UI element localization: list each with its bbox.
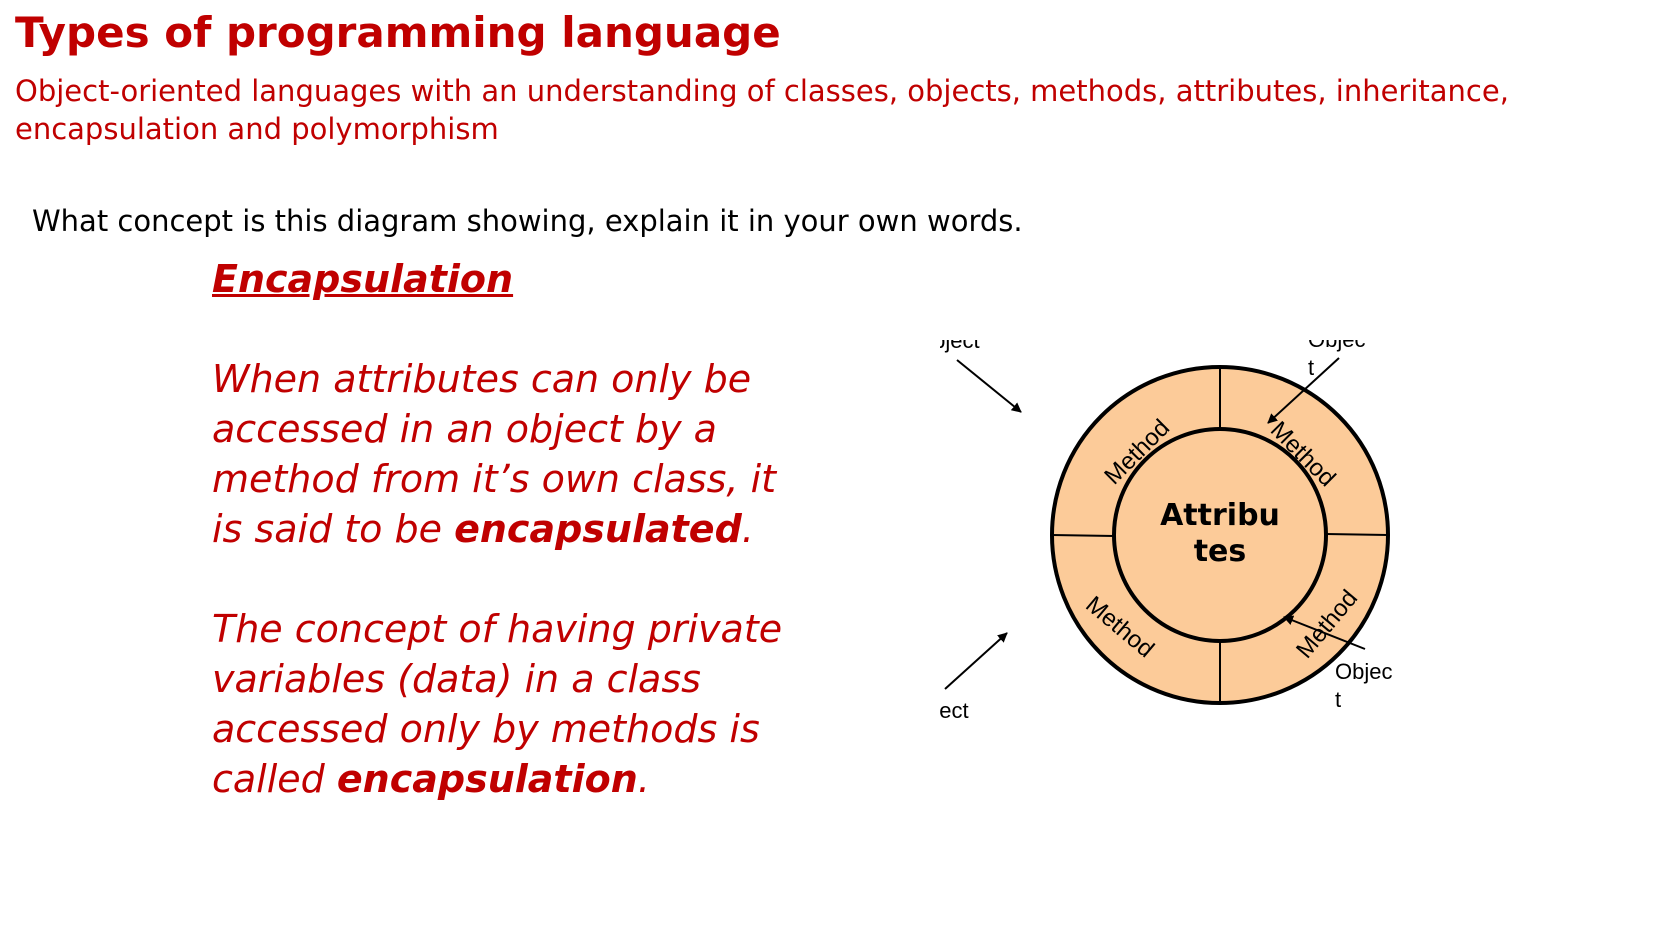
answer-heading: Encapsulation — [212, 257, 514, 301]
answer-paragraph-1-bold: encapsulated — [454, 507, 742, 551]
question-text: What concept is this diagram showing, ex… — [32, 204, 1023, 238]
divider-right — [1325, 533, 1389, 536]
divider-left — [1051, 534, 1115, 537]
object-label-top-right-line2: t — [1308, 355, 1314, 380]
answer-paragraph-1-end: . — [741, 507, 754, 551]
answer-paragraph-2: The concept of having private variables … — [212, 604, 812, 804]
object-label-top-right-line1: Objec — [1308, 340, 1365, 352]
attributes-label-line2: tes — [1194, 534, 1247, 569]
object-label-top-left: Object — [940, 340, 980, 353]
attributes-label-line1: Attribu — [1160, 498, 1280, 533]
arrow-top-left — [956, 359, 1022, 413]
answer-paragraph-2-bold: encapsulation — [336, 757, 638, 801]
diagram-svg: Attribu tes Method Method Method Method … — [940, 340, 1392, 723]
answer-block: Encapsulation When attributes can only b… — [212, 254, 812, 804]
page-title: Types of programming language — [15, 8, 781, 57]
page-subtitle: Object-oriented languages with an unders… — [15, 74, 1509, 146]
answer-paragraph-1: When attributes can only be accessed in … — [212, 354, 812, 554]
arrow-bottom-left — [944, 632, 1008, 690]
object-label-bottom-left: Object — [940, 698, 969, 723]
answer-paragraph-2-end: . — [637, 757, 650, 801]
encapsulation-diagram: Attribu tes Method Method Method Method … — [940, 340, 1500, 780]
object-label-bottom-right-line2: t — [1335, 687, 1341, 712]
object-label-bottom-right-line1: Objec — [1335, 659, 1392, 684]
